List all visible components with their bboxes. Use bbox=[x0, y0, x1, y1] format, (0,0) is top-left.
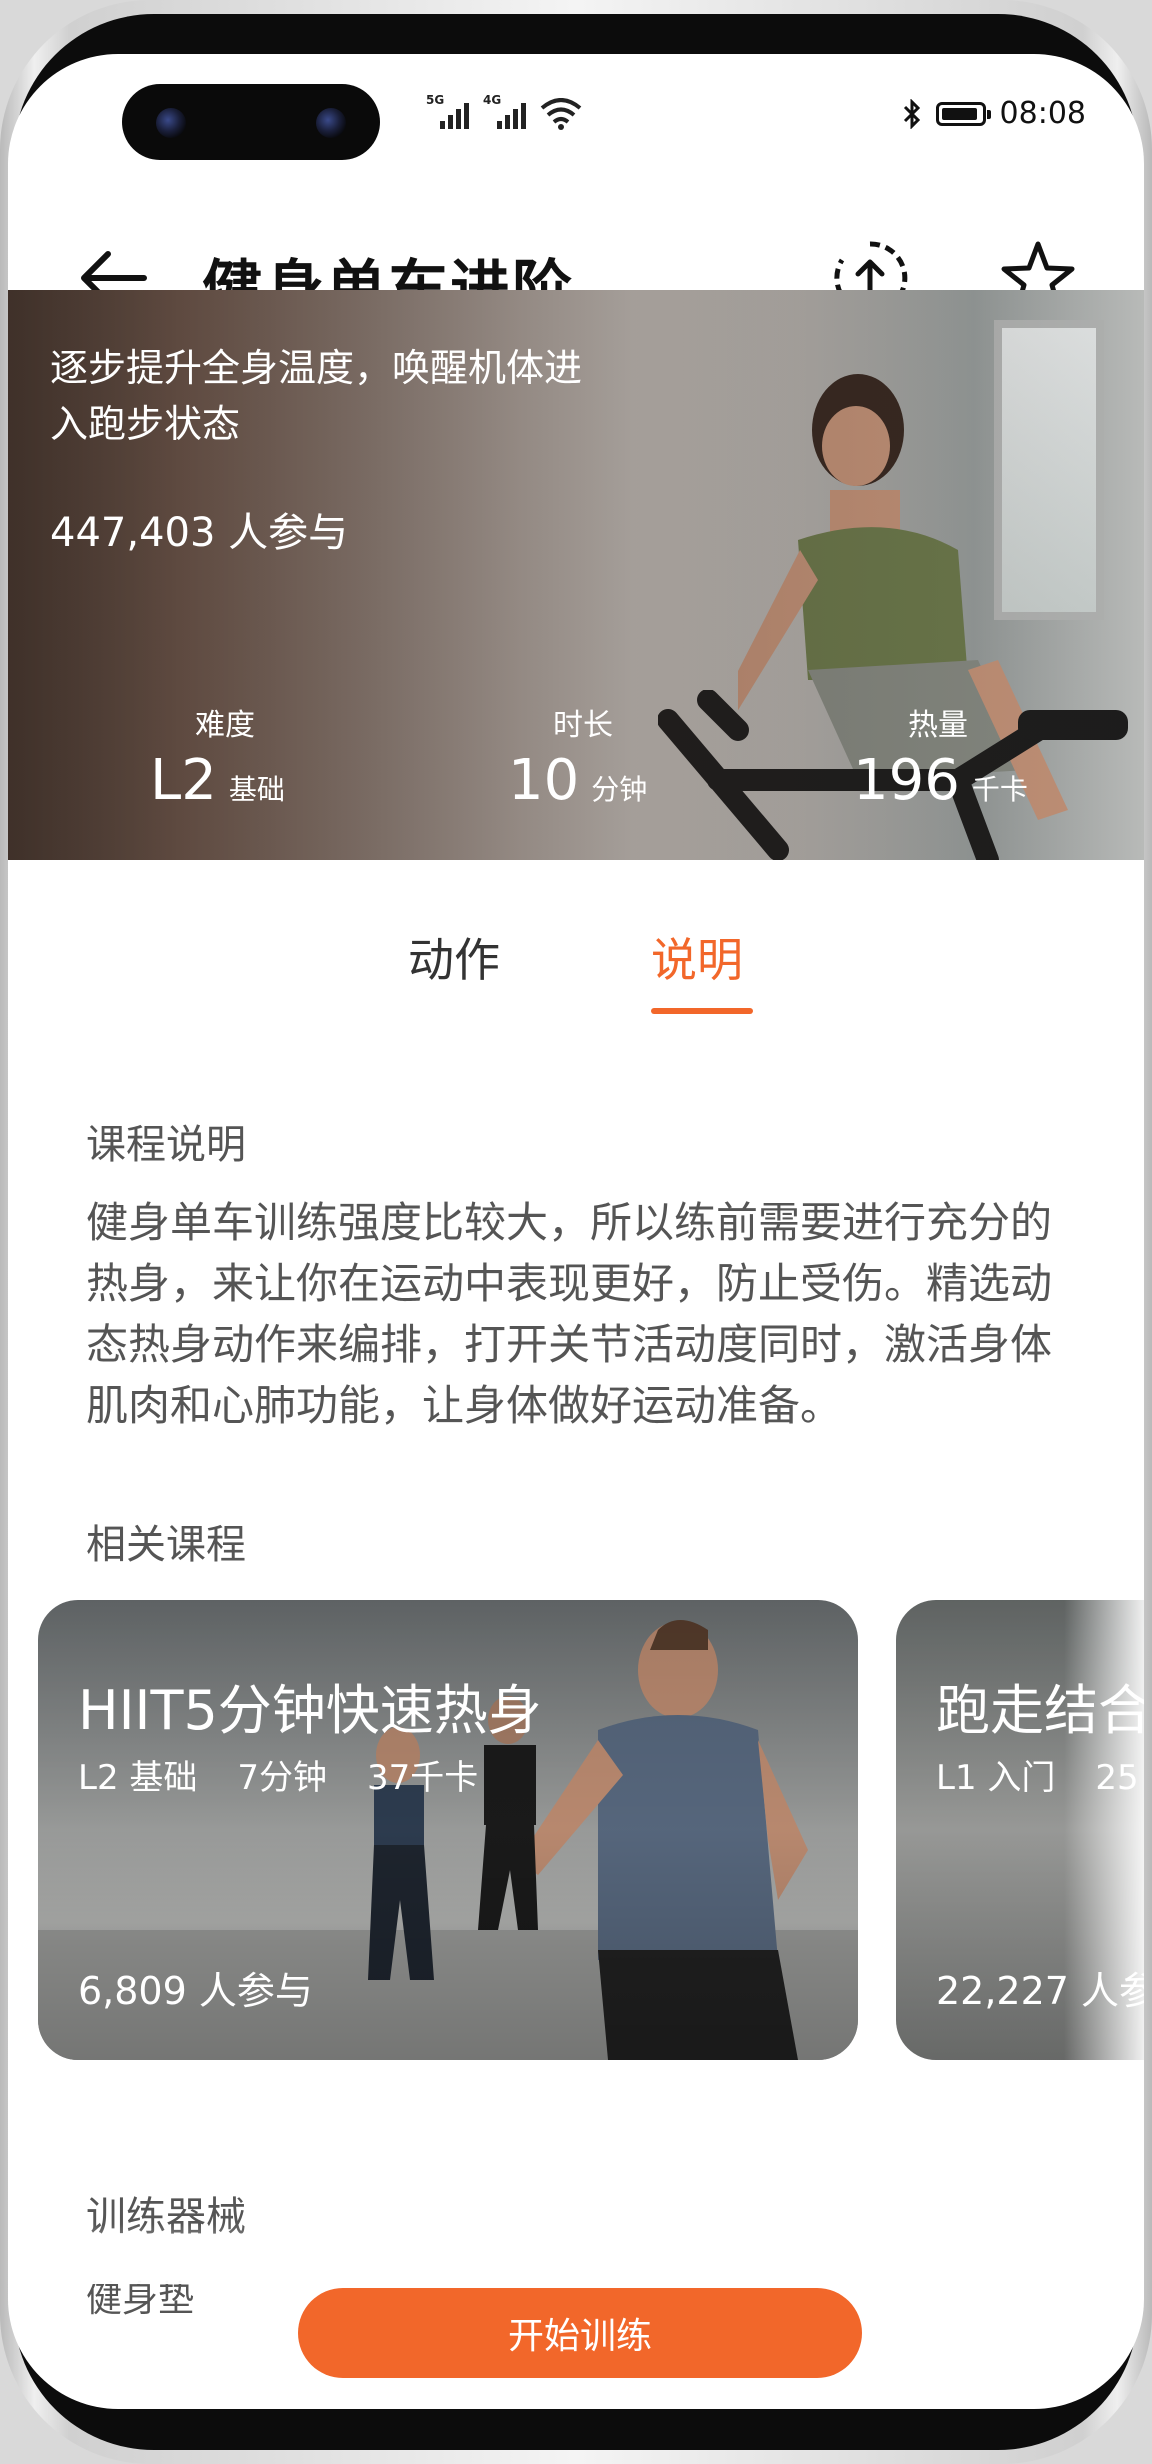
hero-description: 逐步提升全身温度，唤醒机体进入跑步状态 bbox=[50, 346, 583, 446]
battery-icon bbox=[935, 101, 991, 126]
card-level: L2 基础 bbox=[78, 1758, 198, 1798]
signal-5g-icon: 5G bbox=[426, 93, 469, 129]
card-participants: 6,809 人参与 bbox=[78, 1969, 313, 2013]
section-title-related: 相关课程 bbox=[86, 1522, 246, 1568]
screen: 5G 4G 08:08 健身单车进阶 逐步提升全身温度，唤醒机体进入跑步状态 4… bbox=[8, 54, 1144, 2409]
hero-banner: 逐步提升全身温度，唤醒机体进入跑步状态 447,403 人参与 难度 L2 基础 … bbox=[8, 290, 1144, 860]
stat-label: 时长 bbox=[553, 708, 613, 743]
signal-indicators: 5G 4G bbox=[426, 93, 582, 130]
section-title-description: 课程说明 bbox=[86, 1122, 246, 1168]
front-camera bbox=[122, 84, 380, 160]
clock: 08:08 bbox=[999, 96, 1086, 131]
phone-frame: 5G 4G 08:08 健身单车进阶 逐步提升全身温度，唤醒机体进入跑步状态 4… bbox=[0, 0, 1152, 2464]
bluetooth-icon bbox=[903, 98, 920, 129]
tab-actions[interactable]: 动作 bbox=[408, 924, 500, 990]
tab-description[interactable]: 说明 bbox=[651, 924, 743, 990]
card-calories: 37千卡 bbox=[367, 1758, 479, 1798]
camera-lens bbox=[156, 108, 186, 138]
course-description-text: 健身单车训练强度比较大，所以练前需要进行充分的热身，来让你在运动中表现更好，防止… bbox=[86, 1198, 1053, 1430]
wifi-icon bbox=[540, 98, 582, 130]
card-meta: L2 基础 7分钟 37千卡 bbox=[78, 1750, 518, 1799]
stat-label: 热量 bbox=[908, 708, 968, 743]
stat-value: L2 基础 bbox=[150, 748, 285, 813]
related-course-card[interactable]: HIIT5分钟快速热身 L2 基础 7分钟 37千卡 6,809 人参与 bbox=[38, 1600, 858, 2060]
start-training-button[interactable]: 开始训练 bbox=[298, 2288, 862, 2378]
stat-label: 难度 bbox=[195, 708, 255, 743]
card-level: L1 入门 bbox=[936, 1758, 1056, 1798]
stat-value: 10 分钟 bbox=[508, 748, 648, 813]
scroll-fade bbox=[1064, 1600, 1144, 2060]
camera-lens bbox=[316, 108, 346, 138]
bottom-fade bbox=[8, 2224, 1144, 2284]
tab-indicator bbox=[651, 1008, 753, 1014]
card-duration: 7分钟 bbox=[237, 1758, 328, 1798]
signal-4g-icon: 4G bbox=[483, 93, 526, 129]
card-title: HIIT5分钟快速热身 bbox=[78, 1679, 542, 1742]
tab-bar: 动作 说明 bbox=[8, 914, 1144, 1034]
stat-value: 196 千卡 bbox=[853, 748, 1028, 813]
status-right: 08:08 bbox=[902, 96, 1086, 131]
header: 健身单车进阶 bbox=[8, 174, 1144, 324]
hero-participants: 447,403 人参与 bbox=[50, 510, 349, 556]
